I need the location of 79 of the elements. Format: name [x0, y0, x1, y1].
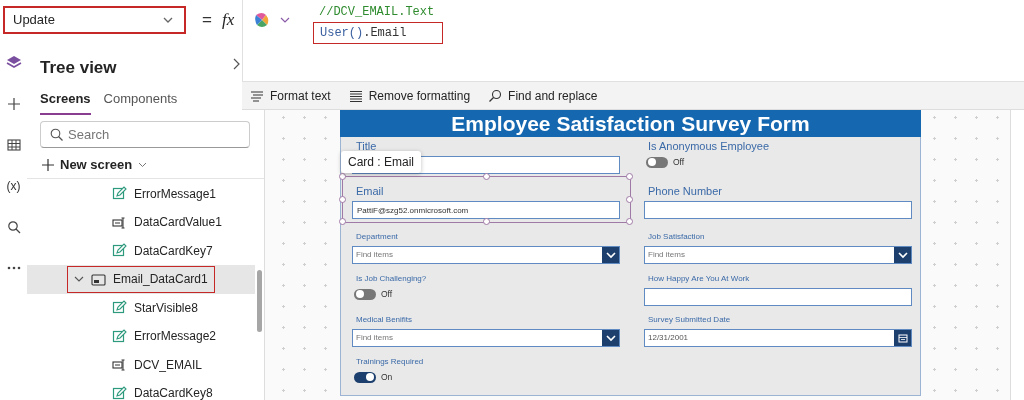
label-icon: [112, 328, 127, 344]
tab[interactable]: Components: [103, 88, 178, 115]
text-input-icon: [112, 357, 127, 373]
field-label: Department: [356, 231, 399, 243]
chevron-right-icon[interactable]: [232, 58, 240, 70]
card-icon: [91, 271, 106, 287]
variables-icon[interactable]: (x): [6, 177, 21, 195]
tree-item[interactable]: ErrorMessage2: [27, 322, 255, 351]
item-label: DCV_EMAIL: [134, 356, 203, 374]
label-icon: [112, 300, 127, 316]
field-label: Is Anonymous Employee: [648, 140, 771, 152]
chevron-down-icon: [162, 15, 174, 25]
chevron-down-icon[interactable]: [279, 15, 291, 25]
tree-item[interactable]: Email_DataCard1: [27, 265, 255, 294]
dropdown[interactable]: Find items: [644, 246, 912, 264]
form-title: Employee Satisfaction Survey Form: [340, 110, 921, 137]
tree-item[interactable]: DCV_EMAIL: [27, 350, 255, 379]
code-line: //DCV_EMAIL.Text: [318, 4, 436, 21]
dropdown[interactable]: Find items: [352, 329, 620, 347]
field-label: Title: [356, 140, 378, 152]
tooltip: Card : Email: [341, 151, 422, 173]
fx-label: fx: [221, 9, 235, 32]
item-label: ErrorMessage1: [134, 185, 217, 203]
item-label: ErrorMessage2: [134, 328, 217, 346]
item-label: DataCardKey7: [134, 242, 213, 260]
text-input-icon: [112, 214, 127, 230]
toolbar-button[interactable]: Find and replace: [486, 84, 600, 107]
toggle-state: On: [381, 371, 393, 384]
field-label: Job Satisfaction: [648, 231, 706, 243]
field-label: Email: [356, 185, 385, 197]
field-label: Medical Benifits: [356, 314, 414, 326]
table-icon[interactable]: [5, 137, 22, 153]
formula-editor[interactable]: //DCV_EMAIL.Text User().Email: [242, 0, 1024, 82]
label-icon: [112, 385, 127, 400]
search-icon: [488, 88, 503, 103]
panel-title: Tree view: [40, 57, 117, 79]
tree-item[interactable]: StarVisible8: [27, 293, 255, 322]
search-icon: [50, 128, 63, 141]
search-icon[interactable]: [5, 219, 22, 235]
copilot-icon[interactable]: [253, 11, 271, 29]
text-field[interactable]: PattiF@szg52.onmicrosoft.com: [352, 201, 620, 219]
label-icon: [112, 243, 127, 259]
toggle-switch[interactable]: [354, 371, 376, 383]
tab[interactable]: Screens: [40, 88, 91, 115]
tree-item[interactable]: DataCardKey7: [27, 236, 255, 265]
text-field[interactable]: [644, 288, 912, 306]
calendar-icon: [897, 333, 908, 343]
tree-item[interactable]: ErrorMessage1: [27, 179, 255, 208]
chevron-down-icon[interactable]: [138, 160, 148, 169]
lines-icon: [348, 88, 363, 103]
toggle-switch[interactable]: [646, 156, 668, 168]
new-screen-button[interactable]: New screen: [60, 155, 133, 175]
field-label: Phone Number: [648, 185, 723, 197]
layers-icon[interactable]: [5, 55, 22, 71]
item-label: Email_DataCard1: [113, 271, 208, 289]
format-text-icon: [250, 88, 264, 103]
field-label: Is Job Challenging?: [356, 273, 428, 285]
toggle-state: Off: [673, 156, 685, 169]
tree-item[interactable]: DataCardKey8: [27, 379, 255, 400]
search-field[interactable]: Search: [40, 121, 250, 148]
toggle-state: Off: [381, 288, 393, 301]
item-label: StarVisible8: [134, 299, 198, 317]
equals-sign: =: [202, 9, 212, 32]
toolbar-button[interactable]: Format text: [248, 84, 333, 107]
toggle-switch[interactable]: [354, 288, 376, 300]
label-icon: [112, 186, 127, 202]
text-field[interactable]: [644, 201, 912, 219]
plus-icon[interactable]: [42, 158, 54, 171]
item-label: DataCardKey8: [134, 385, 213, 400]
tree-item[interactable]: DataCardValue1: [27, 208, 255, 237]
date-picker[interactable]: 12/31/2001: [644, 329, 912, 347]
dropdown[interactable]: Find items: [352, 246, 620, 264]
field-label: Trainings Required: [356, 356, 425, 368]
plus-icon[interactable]: [5, 96, 22, 112]
field-label: How Happy Are You At Work: [648, 273, 751, 285]
toolbar-button[interactable]: Remove formatting: [346, 84, 473, 107]
item-label: DataCardValue1: [134, 214, 222, 232]
field-label: Survey Submitted Date: [648, 314, 732, 326]
property-dropdown[interactable]: Update: [3, 6, 186, 34]
